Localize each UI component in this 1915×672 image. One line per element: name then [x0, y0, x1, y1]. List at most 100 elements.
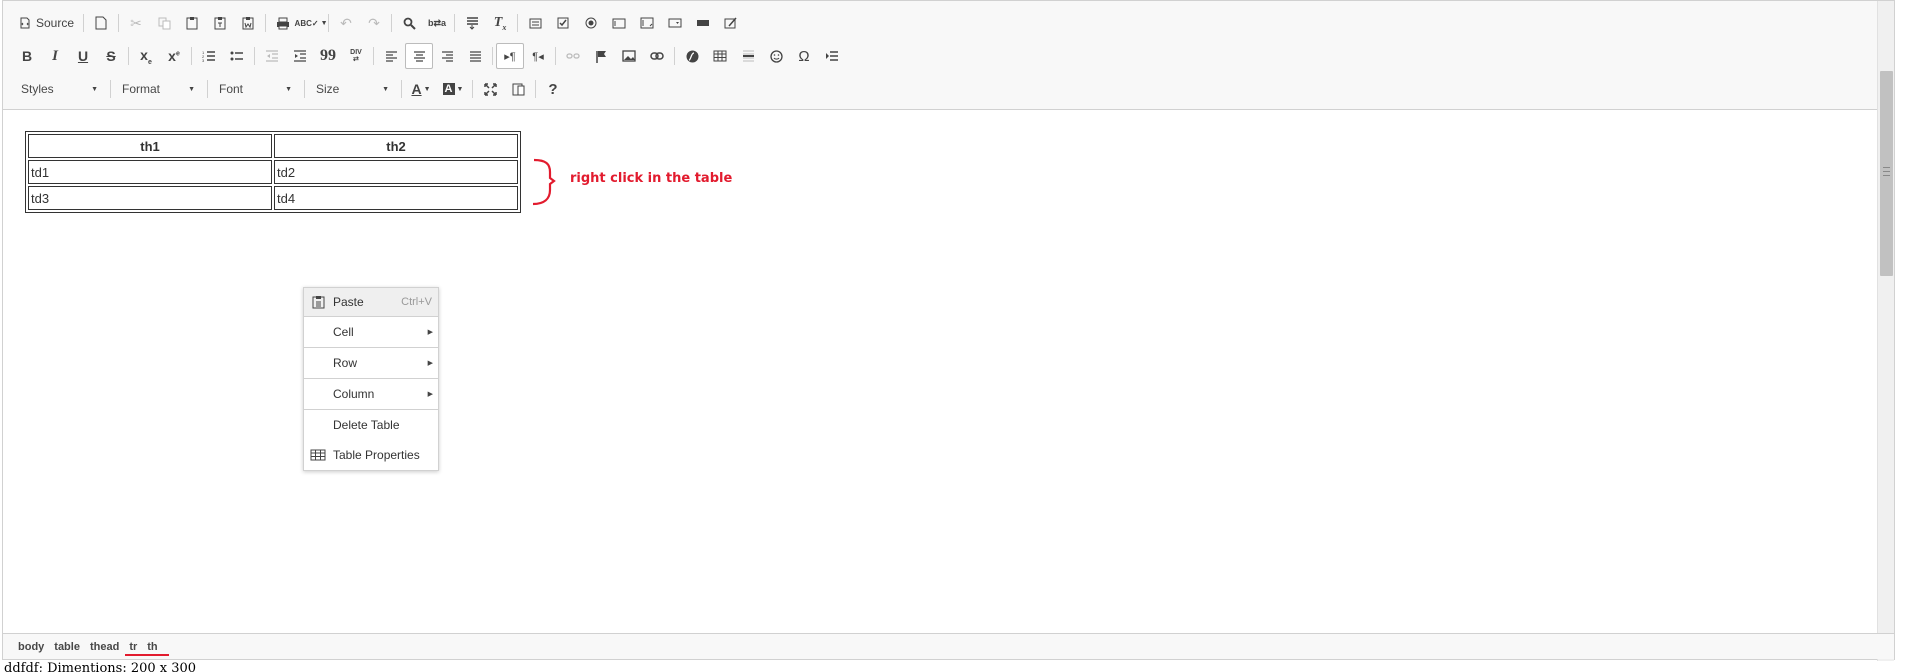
format-combo[interactable]: Format ▼ — [114, 76, 204, 102]
menu-item-delete-table[interactable]: Delete Table — [304, 410, 438, 440]
unlink-button[interactable] — [559, 43, 587, 69]
smiley-button[interactable] — [762, 43, 790, 69]
superscript-button[interactable]: xe — [160, 43, 188, 69]
editor-content[interactable]: th1 th2 td1 td2 td3 td4 right click in t… — [3, 111, 1878, 634]
menu-item-row[interactable]: Row ▶ — [304, 348, 438, 378]
undo-button[interactable]: ↶ — [332, 10, 360, 36]
paste-text-button[interactable] — [206, 10, 234, 36]
redo-button[interactable]: ↷ — [360, 10, 388, 36]
numbered-list-icon: 123 — [202, 50, 216, 62]
table-header-cell[interactable]: th2 — [274, 134, 518, 158]
text-field-button[interactable] — [605, 10, 633, 36]
table-cell[interactable]: td4 — [274, 186, 518, 210]
text-color-button[interactable]: A ▼ — [405, 76, 437, 102]
strike-button[interactable]: S — [97, 43, 125, 69]
bold-button[interactable]: B — [13, 43, 41, 69]
subscript-button[interactable]: xe — [132, 43, 160, 69]
path-item-thead[interactable]: thead — [87, 641, 122, 653]
footer-text: ddfdf; Dimentions: 200 x 300 — [4, 661, 197, 672]
styles-combo[interactable]: Styles ▼ — [13, 76, 107, 102]
image-button-button[interactable] — [717, 10, 745, 36]
form-button[interactable] — [521, 10, 549, 36]
size-combo[interactable]: Size ▼ — [308, 76, 398, 102]
select-field-button[interactable] — [661, 10, 689, 36]
menu-item-label: Column — [333, 387, 375, 401]
form-button-button[interactable] — [689, 10, 717, 36]
new-page-button[interactable] — [87, 10, 115, 36]
background-color-button[interactable]: A ▼ — [437, 76, 469, 102]
bold-icon: B — [21, 48, 33, 64]
underline-icon: U — [77, 48, 89, 64]
path-item-tr[interactable]: tr — [126, 641, 140, 653]
select-field-icon — [668, 18, 682, 28]
page-break-button[interactable] — [818, 43, 846, 69]
image-button[interactable] — [615, 43, 643, 69]
bulleted-list-button[interactable] — [223, 43, 251, 69]
help-button[interactable]: ? — [539, 76, 567, 102]
toolbar-separator — [254, 47, 255, 65]
table-icon — [713, 50, 727, 62]
special-char-button[interactable]: Ω — [790, 43, 818, 69]
menu-item-column[interactable]: Column ▶ — [304, 379, 438, 409]
source-button[interactable]: Source — [13, 10, 80, 36]
menu-item-cell[interactable]: Cell ▶ — [304, 317, 438, 347]
select-all-button[interactable] — [458, 10, 486, 36]
radio-button[interactable] — [577, 10, 605, 36]
document-table[interactable]: th1 th2 td1 td2 td3 td4 — [25, 131, 521, 213]
numbered-list-button[interactable]: 123 — [195, 43, 223, 69]
align-right-button[interactable] — [433, 43, 461, 69]
path-item-table[interactable]: table — [51, 641, 83, 653]
show-blocks-icon — [512, 83, 525, 96]
horizontal-rule-button[interactable] — [734, 43, 762, 69]
remove-format-button[interactable]: Tx — [486, 10, 514, 36]
show-blocks-button[interactable] — [504, 76, 532, 102]
table-cell[interactable]: td3 — [28, 186, 272, 210]
checkbox-button[interactable] — [549, 10, 577, 36]
menu-item-paste[interactable]: Paste Ctrl+V — [304, 288, 438, 316]
align-left-button[interactable] — [377, 43, 405, 69]
create-div-icon: DIV ⇄ — [350, 49, 362, 63]
font-combo[interactable]: Font ▼ — [211, 76, 301, 102]
paste-word-button[interactable] — [234, 10, 262, 36]
create-div-button[interactable]: DIV ⇄ — [342, 43, 370, 69]
underline-button[interactable]: U — [69, 43, 97, 69]
italic-button[interactable]: I — [41, 43, 69, 69]
indent-button[interactable] — [286, 43, 314, 69]
paste-button[interactable] — [178, 10, 206, 36]
scrollbar-thumb[interactable] — [1880, 71, 1893, 276]
link-button[interactable] — [643, 43, 671, 69]
textarea-button[interactable] — [633, 10, 661, 36]
maximize-button[interactable] — [476, 76, 504, 102]
new-page-icon — [95, 16, 107, 30]
rtl-button[interactable]: ¶◂ — [524, 43, 552, 69]
table-header-cell[interactable]: th1 — [28, 134, 272, 158]
outdent-button[interactable] — [258, 43, 286, 69]
blockquote-button[interactable]: 99 — [314, 43, 342, 69]
path-item-th[interactable]: th — [144, 641, 160, 653]
align-center-button[interactable] — [405, 43, 433, 69]
find-button[interactable] — [395, 10, 423, 36]
form-icon — [529, 18, 542, 29]
chevron-down-icon: ▼ — [285, 85, 292, 93]
toolbar-separator — [118, 14, 120, 32]
justify-button[interactable] — [461, 43, 489, 69]
menu-item-table-properties[interactable]: Table Properties — [304, 440, 438, 470]
size-label: Size — [316, 82, 340, 96]
table-button[interactable] — [706, 43, 734, 69]
replace-button[interactable]: b⇄a — [423, 10, 451, 36]
smiley-icon — [769, 49, 783, 63]
vertical-scrollbar[interactable] — [1877, 1, 1894, 661]
table-cell[interactable]: td2 — [274, 160, 518, 184]
spellcheck-button[interactable]: ABC✓ ▼ — [295, 10, 328, 36]
table-cell[interactable]: td1 — [28, 160, 272, 184]
print-button[interactable] — [269, 10, 297, 36]
copy-button[interactable] — [150, 10, 178, 36]
flag-icon — [595, 50, 607, 63]
anchor-button[interactable] — [587, 43, 615, 69]
search-icon — [403, 17, 416, 30]
ltr-button[interactable]: ▸¶ — [496, 43, 524, 69]
menu-item-shortcut: Ctrl+V — [401, 296, 432, 308]
path-item-body[interactable]: body — [15, 641, 47, 653]
flash-button[interactable] — [678, 43, 706, 69]
cut-button[interactable]: ✂ — [122, 10, 150, 36]
